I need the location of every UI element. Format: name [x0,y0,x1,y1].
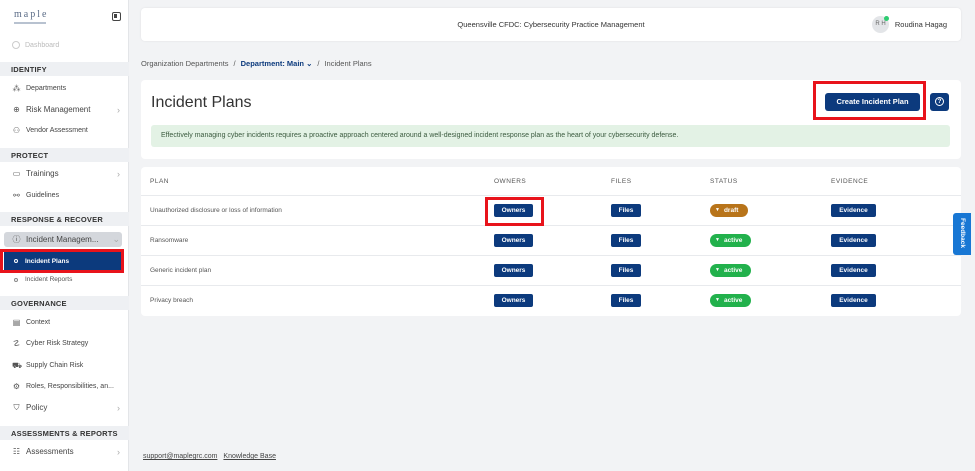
section-response-recover: RESPONSE & RECOVER [0,212,129,226]
files-button[interactable]: Files [611,294,641,307]
breadcrumb-department[interactable]: Department: Main ⌄ [241,59,313,68]
breadcrumb-separator: / [317,59,320,68]
support-email-link[interactable]: support@maplegrc.com [143,453,217,460]
sidebar-item-context[interactable]: ▤ Context [12,318,120,327]
footer: support@maplegrc.com Knowledge Base [143,453,276,460]
files-button[interactable]: Files [611,264,641,277]
caret-down-icon: ▼ [715,297,720,303]
plan-name: Unauthorized disclosure or loss of infor… [150,207,282,214]
chevron-right-icon: › [117,402,120,413]
hierarchy-icon: ⁂ [12,84,21,93]
online-indicator [884,16,889,21]
caret-down-icon: ▼ [715,207,720,213]
sidebar-item-incident-reports[interactable]: Incident Reports [14,276,72,283]
caret-down-icon: ▼ [715,267,720,273]
evidence-button[interactable]: Evidence [831,234,876,247]
sidebar-item-vendor-assessment[interactable]: ⚇ Vendor Assessment [12,126,120,135]
chevron-down-icon: ⌄ [306,59,313,68]
sidebar-item-trainings[interactable]: ▭ Trainings › [12,168,120,179]
column-header-status: STATUS [710,178,738,185]
chevron-right-icon: › [117,104,120,115]
highlight-incident-plans [0,249,124,273]
logo: maple [14,9,49,20]
sidebar-item-risk-management[interactable]: ⊕ Risk Management › [12,104,120,115]
sidebar-item-policy[interactable]: ⛉ Policy › [12,402,121,413]
sidebar-item-departments[interactable]: ⁂ Departments [12,84,120,93]
section-assessments-reports: ASSESSMENTS & REPORTS [0,426,129,440]
bullet-icon [14,277,18,282]
roles-icon: ⚙ [12,382,21,391]
crosshair-icon: ⊕ [13,105,20,114]
incident-plans-table: PLAN OWNERS FILES STATUS EVIDENCE Unauth… [141,167,961,316]
evidence-button[interactable]: Evidence [831,264,876,277]
strategy-icon: ☡ [12,339,21,348]
sidebar-item-supply-chain-risk[interactable]: ⛟ Supply Chain Risk [12,361,120,370]
highlight-owners-button [485,197,544,226]
files-button[interactable]: Files [611,234,641,247]
sidebar-item-roles[interactable]: ⚙ Roles, Responsibilities, an... [12,382,120,391]
monitor-icon: ▭ [12,169,21,178]
chevron-right-icon: › [117,168,120,179]
users-icon: ⚯ [13,191,20,200]
caret-down-icon: ▼ [715,237,720,243]
truck-icon: ⛟ [12,361,23,370]
help-button[interactable]: ? [930,93,949,111]
logo-subtext [14,22,46,24]
knowledge-base-link[interactable]: Knowledge Base [223,453,276,460]
user-name[interactable]: Roudina Hagag [895,20,947,29]
column-header-evidence: EVIDENCE [831,178,869,185]
alert-icon: ⓘ [12,235,21,244]
breadcrumb-separator: / [233,59,236,68]
feedback-tab[interactable]: Feedback [953,213,971,255]
status-badge[interactable]: ▼ draft [710,204,748,217]
highlight-create-button [813,81,926,120]
section-protect: PROTECT [0,148,129,162]
table-row: Ransomware Owners Files ▼ active Evidenc… [141,225,961,255]
checklist-icon: ☷ [12,447,21,456]
top-header: Queensville CFDC: Cybersecurity Practice… [141,8,961,41]
owners-button[interactable]: Owners [494,264,533,277]
plan-name: Ransomware [150,237,189,244]
section-governance: GOVERNANCE [0,296,129,310]
shield-icon: ⛉ [13,403,20,412]
files-button[interactable]: Files [611,204,641,217]
document-icon: ▤ [12,318,21,327]
table-row: Privacy breach Owners Files ▼ active Evi… [141,285,961,315]
info-banner: Effectively managing cyber incidents req… [151,125,950,147]
breadcrumb: Organization Departments / Department: M… [141,59,372,68]
sidebar-item-incident-management[interactable]: ⓘ Incident Managem... ⌄ [12,234,121,244]
help-icon: ? [935,97,944,106]
breadcrumb-org[interactable]: Organization Departments [141,59,229,68]
evidence-button[interactable]: Evidence [831,294,876,307]
plan-name: Generic incident plan [150,267,212,274]
breadcrumb-current: Incident Plans [324,59,372,68]
vendor-icon: ⚇ [12,126,21,135]
collapse-sidebar-icon[interactable] [112,12,121,21]
avatar[interactable]: R H [872,16,889,33]
column-header-owners: OWNERS [494,178,527,185]
sidebar: maple Dashboard IDENTIFY ⁂ Departments ⊕… [0,0,129,471]
sidebar-item-dashboard[interactable]: Dashboard [12,41,59,49]
evidence-button[interactable]: Evidence [831,204,876,217]
table-row: Generic incident plan Owners Files ▼ act… [141,255,961,285]
status-badge[interactable]: ▼ active [710,294,751,307]
column-header-plan: PLAN [150,178,169,185]
sidebar-item-assessments[interactable]: ☷ Assessments › [12,446,120,457]
header-title: Queensville CFDC: Cybersecurity Practice… [457,20,645,29]
owners-button[interactable]: Owners [494,234,533,247]
sidebar-item-cyber-risk-strategy[interactable]: ☡ Cyber Risk Strategy [12,339,120,348]
table-row: Unauthorized disclosure or loss of infor… [141,195,961,225]
page-title: Incident Plans [151,94,252,111]
owners-button[interactable]: Owners [494,294,533,307]
plan-name: Privacy breach [150,297,193,304]
chevron-right-icon: › [117,446,120,457]
chevron-down-icon: ⌄ [112,234,120,244]
sidebar-item-guidelines[interactable]: ⚯ Guidelines [12,191,120,200]
status-badge[interactable]: ▼ active [710,264,751,277]
column-header-files: FILES [611,178,632,185]
dashboard-icon [12,41,20,49]
status-badge[interactable]: ▼ active [710,234,751,247]
section-identify: IDENTIFY [0,62,129,76]
